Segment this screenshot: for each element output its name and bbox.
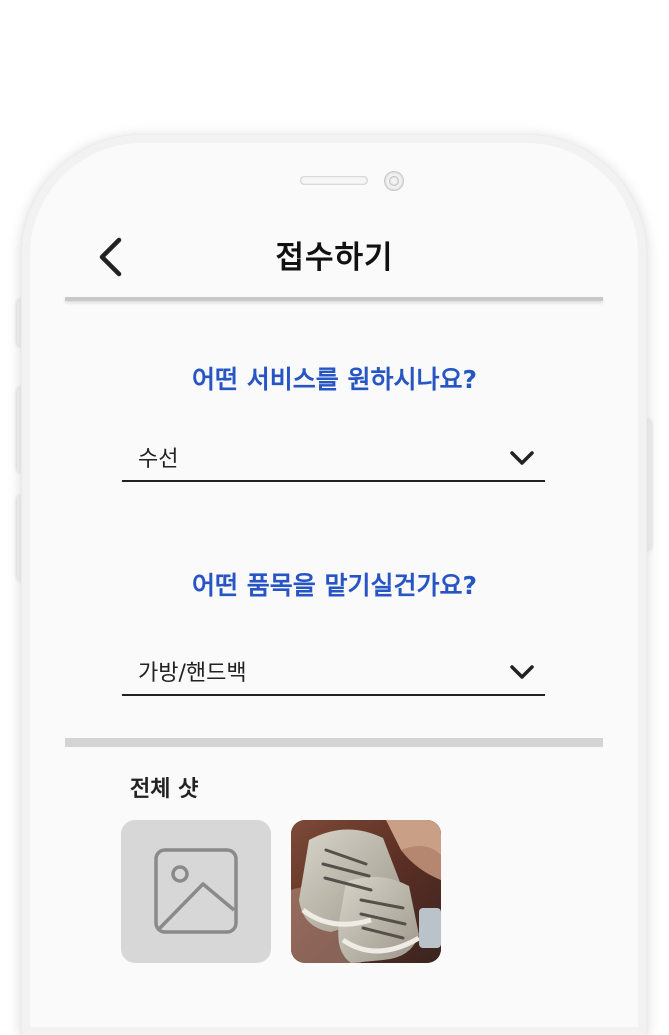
- section-divider: [65, 738, 603, 747]
- page-title: 접수하기: [275, 240, 394, 276]
- photo-thumbnail[interactable]: [291, 820, 441, 963]
- item-select[interactable]: 가방/핸드백: [122, 650, 545, 696]
- header-divider: [65, 297, 603, 301]
- phone-camera: [384, 171, 404, 191]
- service-question: 어떤 서비스를 원하시나요?: [192, 365, 477, 394]
- chevron-down-icon: [510, 451, 534, 465]
- chevron-down-icon: [510, 665, 534, 679]
- item-select-value: 가방/핸드백: [138, 661, 247, 686]
- photo-section-title: 전체 샷: [130, 777, 199, 802]
- image-icon: [154, 848, 238, 934]
- service-select[interactable]: 수선: [122, 436, 545, 482]
- add-photo-button[interactable]: [121, 820, 271, 963]
- phone-speaker: [300, 176, 368, 185]
- sneaker-photo: [291, 820, 441, 963]
- service-select-value: 수선: [138, 447, 179, 472]
- item-question: 어떤 품목을 맡기실건가요?: [192, 571, 477, 600]
